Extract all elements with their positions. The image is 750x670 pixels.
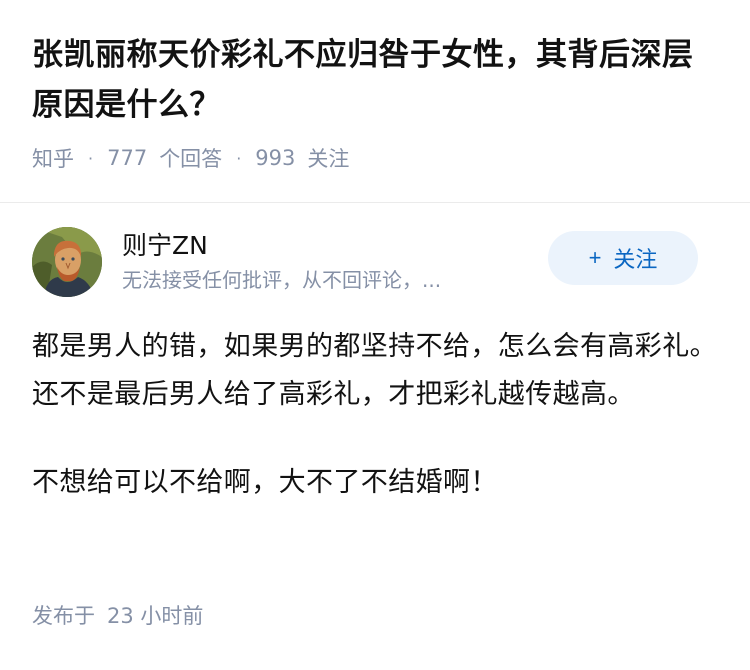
- portrait-avatar-icon: [32, 227, 102, 297]
- source-label[interactable]: 知乎: [32, 143, 74, 173]
- avatar[interactable]: [32, 227, 102, 297]
- plus-icon: +: [588, 245, 602, 270]
- time-value: 23 小时前: [107, 604, 204, 628]
- meta-separator: ·: [236, 148, 242, 168]
- answer-paragraph: 不想给可以不给啊，大不了不结婚啊！: [32, 467, 498, 498]
- meta-separator: ·: [88, 148, 94, 168]
- time-prefix: 发布于: [32, 604, 95, 628]
- answer-paragraph: 都是男人的错，如果男的都坚持不给，怎么会有高彩礼。还不是最后男人给了高彩礼，才把…: [32, 331, 717, 410]
- author-name[interactable]: 则宁ZN: [122, 229, 532, 263]
- answer-count-label[interactable]: 个回答: [159, 143, 222, 173]
- author-info: 则宁ZN 无法接受任何批评，从不回评论，...: [122, 229, 532, 295]
- answer-count: 777: [107, 146, 148, 170]
- follower-count: 993: [255, 146, 296, 170]
- follower-count-label: 关注: [307, 147, 350, 171]
- question-header: 张凯丽称天价彩礼不应归咎于女性，其背后深层原因是什么？ 知乎 · 777 个回答…: [0, 0, 750, 202]
- answer-card: 则宁ZN 无法接受任何批评，从不回评论，... + 关注 都是男人的错，如果男的…: [0, 203, 750, 507]
- question-title[interactable]: 张凯丽称天价彩礼不应归咎于女性，其背后深层原因是什么？: [32, 30, 718, 130]
- page: 张凯丽称天价彩礼不应归咎于女性，其背后深层原因是什么？ 知乎 · 777 个回答…: [0, 0, 750, 670]
- answer-time: 发布于 23 小时前: [32, 600, 203, 630]
- follow-label: 关注: [613, 247, 658, 272]
- follow-button[interactable]: + 关注: [548, 231, 698, 285]
- author-row: 则宁ZN 无法接受任何批评，从不回评论，... + 关注: [32, 203, 718, 321]
- answer-body: 都是男人的错，如果男的都坚持不给，怎么会有高彩礼。还不是最后男人给了高彩礼，才把…: [32, 323, 718, 507]
- author-bio: 无法接受任何批评，从不回评论，...: [122, 268, 442, 292]
- question-meta: 知乎 · 777 个回答 · 993 关注: [32, 142, 718, 174]
